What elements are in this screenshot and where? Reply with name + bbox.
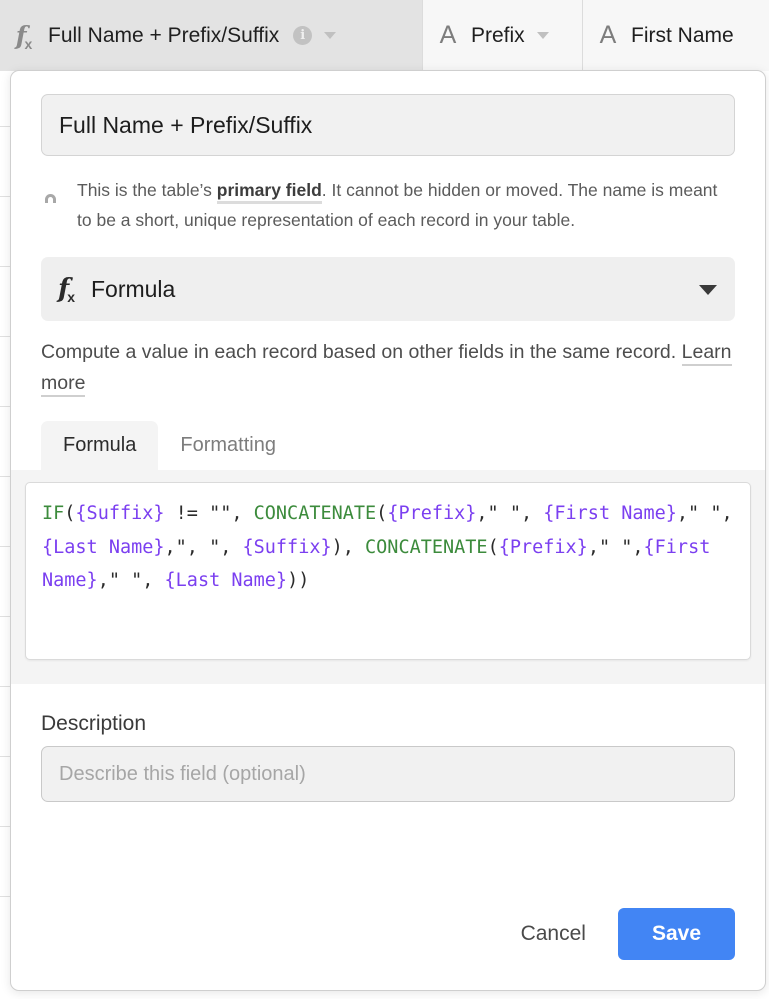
dialog-actions: Cancel Save — [11, 908, 765, 990]
column-header-full-name-prefix-suffix[interactable]: fx Full Name + Prefix/Suffix i — [0, 0, 423, 71]
description-section: Description Describe this field (optiona… — [11, 684, 765, 802]
primary-field-note: This is the table’s primary field. It ca… — [41, 175, 735, 235]
tab-formula[interactable]: Formula — [41, 421, 159, 470]
text-a-icon: A — [439, 21, 457, 49]
field-type-select[interactable]: fx Formula — [41, 257, 735, 321]
formula-input[interactable]: IF({Suffix} != "", CONCATENATE({Prefix},… — [25, 482, 751, 660]
chevron-down-icon[interactable] — [324, 32, 337, 39]
column-header-prefix[interactable]: A Prefix — [423, 0, 583, 71]
formula-fx-icon: fx — [58, 274, 75, 305]
field-editor-dialog: Full Name + Prefix/Suffix This is the ta… — [10, 70, 766, 991]
column-header-label: First Name — [631, 23, 734, 47]
formula-tabs: Formula Formatting — [41, 421, 765, 470]
primary-note-lead: This is the table’s — [77, 180, 217, 200]
formula-code-text: IF({Suffix} != "", CONCATENATE({Prefix},… — [42, 503, 744, 591]
field-type-value: Formula — [90, 275, 176, 302]
description-label: Description — [41, 712, 147, 735]
chevron-down-icon[interactable] — [536, 32, 549, 39]
formula-fx-icon: fx — [15, 21, 33, 52]
lock-icon — [41, 175, 77, 220]
info-icon[interactable]: i — [293, 26, 313, 45]
cancel-button[interactable]: Cancel — [503, 910, 604, 958]
save-button[interactable]: Save — [617, 908, 735, 960]
grid-column-header-row: fx Full Name + Prefix/Suffix i A Prefix … — [0, 0, 769, 71]
primary-field-term[interactable]: primary field — [216, 180, 322, 204]
column-header-label: Full Name + Prefix/Suffix — [48, 23, 280, 47]
field-editor-screen: fx Full Name + Prefix/Suffix i A Prefix … — [0, 0, 769, 999]
column-header-label: Prefix — [471, 23, 525, 47]
text-a-icon: A — [599, 21, 617, 49]
description-placeholder: Describe this field (optional) — [59, 762, 306, 785]
column-header-first-name[interactable]: A First Name — [583, 0, 769, 71]
field-type-description-text: Compute a value in each record based on … — [41, 341, 682, 363]
field-name-value: Full Name + Prefix/Suffix — [59, 111, 313, 138]
description-input[interactable]: Describe this field (optional) — [41, 746, 735, 802]
tab-formatting[interactable]: Formatting — [158, 421, 298, 470]
chevron-down-icon[interactable] — [699, 285, 717, 295]
field-name-input[interactable]: Full Name + Prefix/Suffix — [41, 94, 735, 156]
formula-panel: IF({Suffix} != "", CONCATENATE({Prefix},… — [11, 470, 765, 684]
field-type-description: Compute a value in each record based on … — [41, 337, 735, 399]
